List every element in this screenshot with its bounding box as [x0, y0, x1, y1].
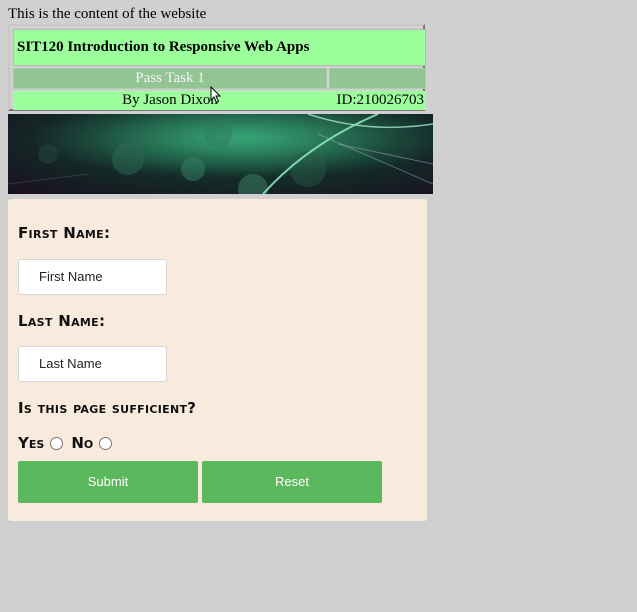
submit-button[interactable]: Submit	[18, 461, 198, 503]
form-panel: First Name: First Name Last Name: Last N…	[8, 199, 427, 521]
course-title: SIT120 Introduction to Responsive Web Ap…	[13, 29, 426, 66]
intro-text: This is the content of the website	[8, 6, 207, 22]
last-name-field[interactable]: Last Name	[18, 346, 167, 382]
task-label: Pass Task 1	[13, 68, 327, 89]
first-name-field[interactable]: First Name	[18, 259, 167, 295]
author-name: By Jason Dixon	[122, 92, 218, 108]
reset-button[interactable]: Reset	[202, 461, 382, 503]
no-radio[interactable]	[99, 436, 113, 450]
yes-radio[interactable]	[50, 436, 64, 450]
banner-graphic	[8, 114, 433, 194]
no-label: No	[71, 434, 94, 452]
question-label: Is this page sufficient?	[18, 399, 197, 417]
answer-radio-group: Yes No	[18, 434, 120, 452]
student-id: ID:210026703	[336, 92, 425, 108]
last-name-label: Last Name:	[18, 312, 106, 330]
banner-image	[8, 114, 433, 194]
first-name-label: First Name:	[18, 224, 111, 242]
mouse-cursor-icon	[210, 86, 222, 104]
yes-label: Yes	[18, 434, 45, 452]
task-empty-cell	[329, 68, 426, 89]
